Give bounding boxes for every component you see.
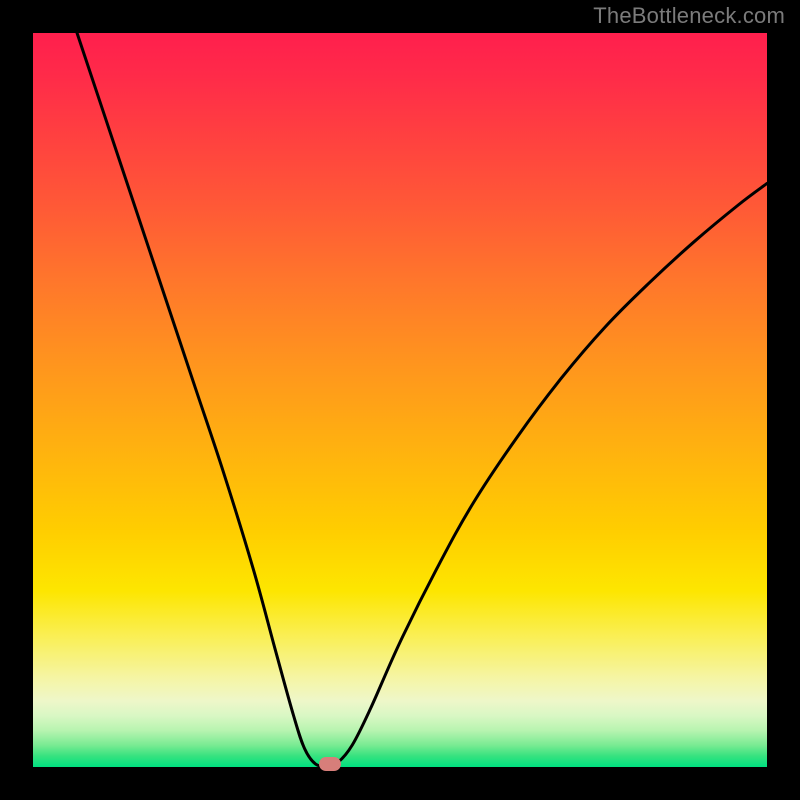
watermark-text: TheBottleneck.com [593, 3, 785, 29]
optimum-marker [319, 757, 341, 771]
chart-frame: TheBottleneck.com [0, 0, 800, 800]
bottleneck-curve [33, 33, 767, 767]
